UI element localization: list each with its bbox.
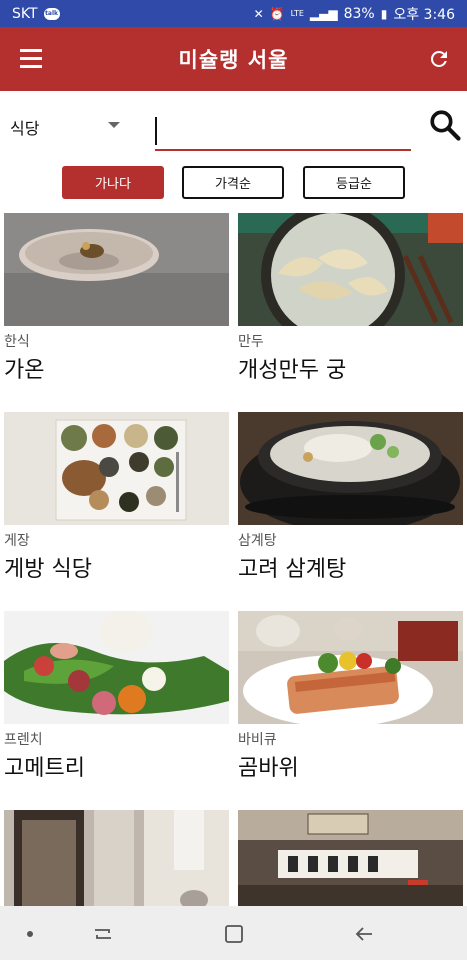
restaurant-photo <box>4 412 229 525</box>
restaurant-card[interactable]: 한식 가온 <box>4 213 229 384</box>
restaurant-name: 가온 <box>4 358 45 383</box>
battery-percent: 83% <box>343 5 375 22</box>
restaurant-name: 게방 식당 <box>4 557 92 582</box>
restaurant-card[interactable]: 삼계탕 고려 삼계탕 <box>238 412 463 583</box>
text-cursor <box>155 117 157 145</box>
search-icon[interactable] <box>428 108 462 142</box>
home-icon[interactable] <box>222 922 246 946</box>
sort-price-button[interactable]: 가격순 <box>182 166 284 199</box>
restaurant-photo <box>4 213 229 326</box>
restaurant-name: 고려 삼계탕 <box>238 557 347 582</box>
restaurant-photo <box>238 213 463 326</box>
app-bar: 미슐랭 서울 <box>0 27 467 91</box>
network-label: LTE <box>290 9 304 18</box>
restaurant-card[interactable]: 만두 개성만두 궁 <box>238 213 463 384</box>
clock: 오후 3:46 <box>393 6 455 23</box>
restaurant-name: 개성만두 궁 <box>238 358 347 383</box>
sort-rating-button[interactable]: 등급순 <box>303 166 405 199</box>
restaurant-category: 바비큐 <box>238 732 277 748</box>
back-icon[interactable] <box>352 922 376 946</box>
search-row: 식당 <box>0 100 467 152</box>
carrier-label: SKT <box>12 5 38 22</box>
restaurant-card[interactable]: 바비큐 곰바위 <box>238 611 463 782</box>
restaurant-category: 한식 <box>4 334 30 350</box>
restaurant-name: 곰바위 <box>238 756 299 781</box>
battery-icon: ▮ <box>380 6 388 21</box>
recent-apps-icon[interactable] <box>91 922 115 946</box>
restaurant-photo <box>238 611 463 724</box>
sort-alphabetical-button[interactable]: 가나다 <box>62 166 164 199</box>
chat-notification-icon: talk <box>43 7 60 20</box>
restaurant-card[interactable]: 게장 게방 식당 <box>4 412 229 583</box>
hamburger-menu-icon[interactable] <box>20 49 44 69</box>
restaurant-category: 프렌치 <box>4 732 43 748</box>
restaurant-category: 삼계탕 <box>238 533 277 549</box>
chevron-down-icon[interactable] <box>108 122 120 128</box>
mute-icon: ✕ <box>253 6 264 21</box>
status-bar: SKT talk ✕ ⏰ LTE ▂▄▆ 83% ▮ 오후 3:46 <box>0 0 467 27</box>
restaurant-photo <box>238 412 463 525</box>
system-nav-bar <box>0 906 467 960</box>
refresh-icon[interactable] <box>427 47 451 71</box>
nav-dot-icon[interactable] <box>27 931 33 937</box>
restaurant-card[interactable]: 프렌치 고메트리 <box>4 611 229 782</box>
app-title: 미슐랭 서울 <box>178 47 289 72</box>
restaurant-photo <box>4 611 229 724</box>
signal-icon: ▂▄▆ <box>309 6 338 21</box>
restaurant-name: 고메트리 <box>4 756 85 781</box>
chat-badge-label: talk <box>45 10 59 17</box>
category-dropdown[interactable]: 식당 <box>10 115 39 139</box>
search-input[interactable] <box>161 115 409 149</box>
restaurant-category: 만두 <box>238 334 264 350</box>
search-field[interactable] <box>155 115 411 151</box>
restaurant-category: 게장 <box>4 533 30 549</box>
alarm-icon: ⏰ <box>269 6 285 21</box>
